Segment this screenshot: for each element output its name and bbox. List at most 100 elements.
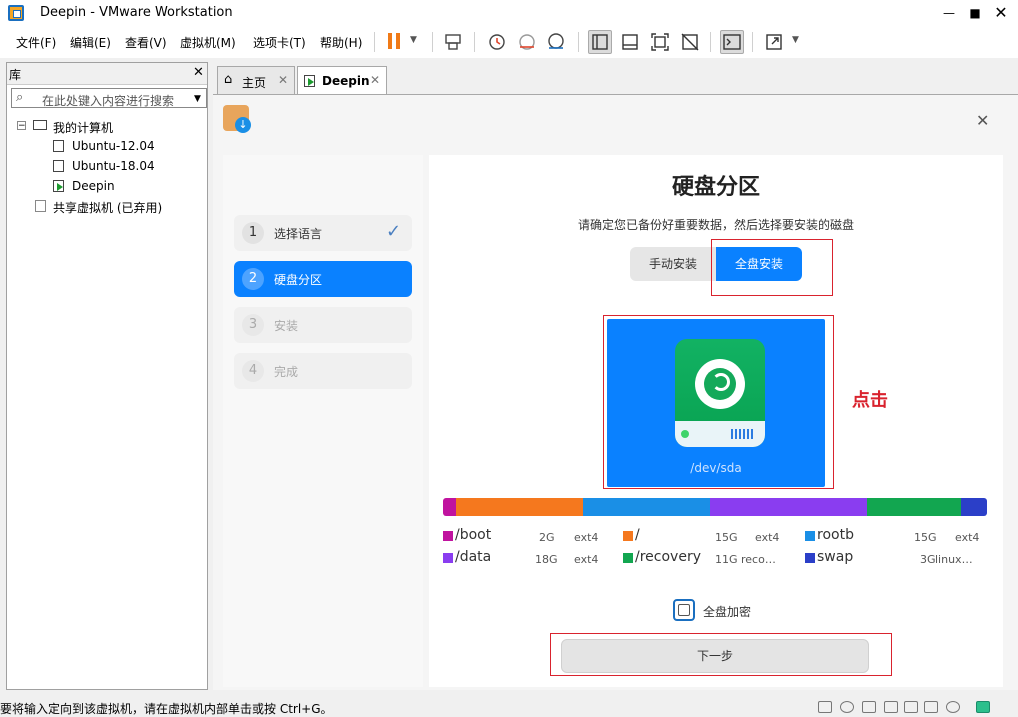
tab-deepin[interactable]: Deepin ✕ [297, 66, 387, 96]
collapse-icon[interactable]: − [17, 121, 26, 131]
tree-item-vm[interactable]: Ubuntu-18.04 [72, 159, 155, 173]
hard-disk-icon[interactable] [818, 701, 832, 713]
partition-name: swap [817, 549, 854, 565]
vm-icon [53, 160, 64, 172]
step-label: 安装 [274, 319, 299, 333]
running-vm-icon [53, 180, 64, 192]
toolbar-separator [374, 32, 375, 52]
legend-swatch [805, 531, 815, 541]
partition-segment [710, 498, 867, 516]
tab-home[interactable]: ⌂ 主页 ✕ [217, 66, 295, 94]
manual-install-button[interactable]: 手动安装 [630, 247, 716, 281]
step-label: 选择语言 [274, 227, 323, 241]
menu-vm[interactable]: 虚拟机(M) [180, 34, 236, 51]
pause-icon[interactable] [384, 30, 408, 54]
chevron-down-icon[interactable]: ▼ [792, 35, 799, 45]
close-library-icon[interactable]: ✕ [193, 65, 204, 80]
partition-name: /boot [455, 527, 492, 543]
checkmark-icon: ✓ [386, 221, 402, 242]
partition-fs: ext4 [574, 553, 599, 566]
snapshot-icon[interactable] [484, 30, 508, 54]
toolbar-separator [474, 32, 475, 52]
step-label: 完成 [274, 365, 299, 379]
annotation-highlight-box [711, 239, 833, 296]
snapshot-manager-icon[interactable] [544, 30, 568, 54]
console-view-icon[interactable] [720, 30, 744, 54]
vm-icon [53, 140, 64, 152]
annotation-click-label: 点击 [852, 390, 888, 411]
tree-item-vm[interactable]: Deepin [72, 179, 115, 193]
partition-fs: ext4 [574, 531, 599, 544]
chevron-down-icon[interactable]: ▼ [410, 35, 417, 45]
close-window-button[interactable]: ✕ [986, 3, 1016, 23]
partition-name: /data [455, 549, 492, 565]
cd-rom-icon[interactable] [840, 701, 854, 713]
full-screen-icon[interactable] [648, 30, 672, 54]
stretch-guest-icon[interactable] [762, 30, 786, 54]
tree-item-shared-vms[interactable]: 共享虚拟机 (已弃用) [53, 199, 162, 216]
window-title: Deepin - VMware Workstation [40, 5, 233, 20]
installer-close-icon[interactable]: ✕ [976, 111, 989, 130]
encrypt-label: 全盘加密 [703, 605, 752, 619]
network-icon[interactable] [862, 701, 876, 713]
annotation-highlight-box [603, 315, 834, 489]
show-library-icon[interactable] [588, 30, 612, 54]
encrypt-checkbox[interactable] [673, 599, 695, 621]
partition-name: / [635, 527, 640, 543]
library-search-input[interactable]: ⌕ 在此处键入内容进行搜索 ▼ [11, 88, 207, 108]
legend-swatch [623, 531, 633, 541]
step-disk-partition: 2 硬盘分区 [234, 261, 412, 297]
vm-console[interactable]: ↓ ✕ 1 选择语言 ✓ 2 硬盘分区 3 安装 4 完成 硬盘分区 请确定您已… [213, 94, 1018, 690]
partition-bar [443, 498, 987, 516]
printer-icon[interactable] [884, 701, 898, 713]
thumbnail-bar-icon[interactable] [618, 30, 642, 54]
sound-icon[interactable] [924, 701, 938, 713]
partition-fs: ext4 [955, 531, 980, 544]
send-ctrl-alt-del-icon[interactable] [442, 30, 466, 54]
partition-size: 15G [715, 531, 738, 544]
search-icon: ⌕ [16, 90, 24, 105]
tree-item-vm[interactable]: Ubuntu-12.04 [72, 139, 155, 153]
search-placeholder: 在此处键入内容进行搜索 [42, 94, 175, 108]
partition-name: rootb [817, 527, 854, 543]
chevron-down-icon[interactable]: ▼ [194, 94, 201, 104]
shared-vm-icon [35, 200, 46, 212]
page-subtitle: 请确定您已备份好重要数据，然后选择要安装的磁盘 [577, 218, 854, 232]
status-bar: 要将输入定向到该虚拟机，请在虚拟机内部单击或按 Ctrl+G。 [0, 697, 1018, 717]
menu-edit[interactable]: 编辑(E) [70, 34, 111, 51]
legend-swatch [623, 553, 633, 563]
usb-icon[interactable] [904, 701, 918, 713]
toolbar-separator [432, 32, 433, 52]
menu-help[interactable]: 帮助(H) [320, 34, 362, 51]
menu-view[interactable]: 查看(V) [125, 34, 167, 51]
partition-fs: ext4 [755, 531, 780, 544]
installer-steps-panel: 1 选择语言 ✓ 2 硬盘分区 3 安装 4 完成 [223, 155, 423, 687]
partition-size: 18G [535, 553, 558, 566]
tree-item-my-computer[interactable]: 我的计算机 [53, 119, 113, 136]
step-number: 4 [242, 360, 264, 382]
message-icon[interactable] [976, 701, 990, 713]
unity-mode-icon[interactable] [678, 30, 702, 54]
annotation-highlight-box [550, 633, 892, 676]
library-header: 库 ✕ [7, 63, 207, 85]
display-icon[interactable] [946, 701, 960, 713]
toolbar-separator [752, 32, 753, 52]
step-select-language: 1 选择语言 ✓ [234, 215, 412, 251]
partition-size: 2G [539, 531, 555, 544]
step-number: 2 [242, 268, 264, 290]
tab-close-icon[interactable]: ✕ [278, 73, 288, 87]
tab-close-icon[interactable]: ✕ [370, 73, 380, 87]
main-area: ⌂ 主页 ✕ Deepin ✕ ↓ ✕ 1 选择语言 ✓ 2 硬盘分区 3 安装… [213, 62, 1018, 690]
menu-file[interactable]: 文件(F) [16, 34, 56, 51]
partition-size: 15G [914, 531, 937, 544]
menu-tabs[interactable]: 选项卡(T) [253, 34, 306, 51]
step-finish: 4 完成 [234, 353, 412, 389]
tab-deepin-label: Deepin [322, 74, 370, 88]
revert-snapshot-icon[interactable] [514, 30, 538, 54]
partition-name: /recovery [635, 549, 701, 565]
partition-segment [583, 498, 710, 516]
step-number: 3 [242, 314, 264, 336]
partition-segment [867, 498, 961, 516]
menu-bar: 文件(F) 编辑(E) 查看(V) 虚拟机(M) 选项卡(T) 帮助(H) ▼ … [0, 26, 1018, 58]
partition-size: 11G [715, 553, 738, 566]
